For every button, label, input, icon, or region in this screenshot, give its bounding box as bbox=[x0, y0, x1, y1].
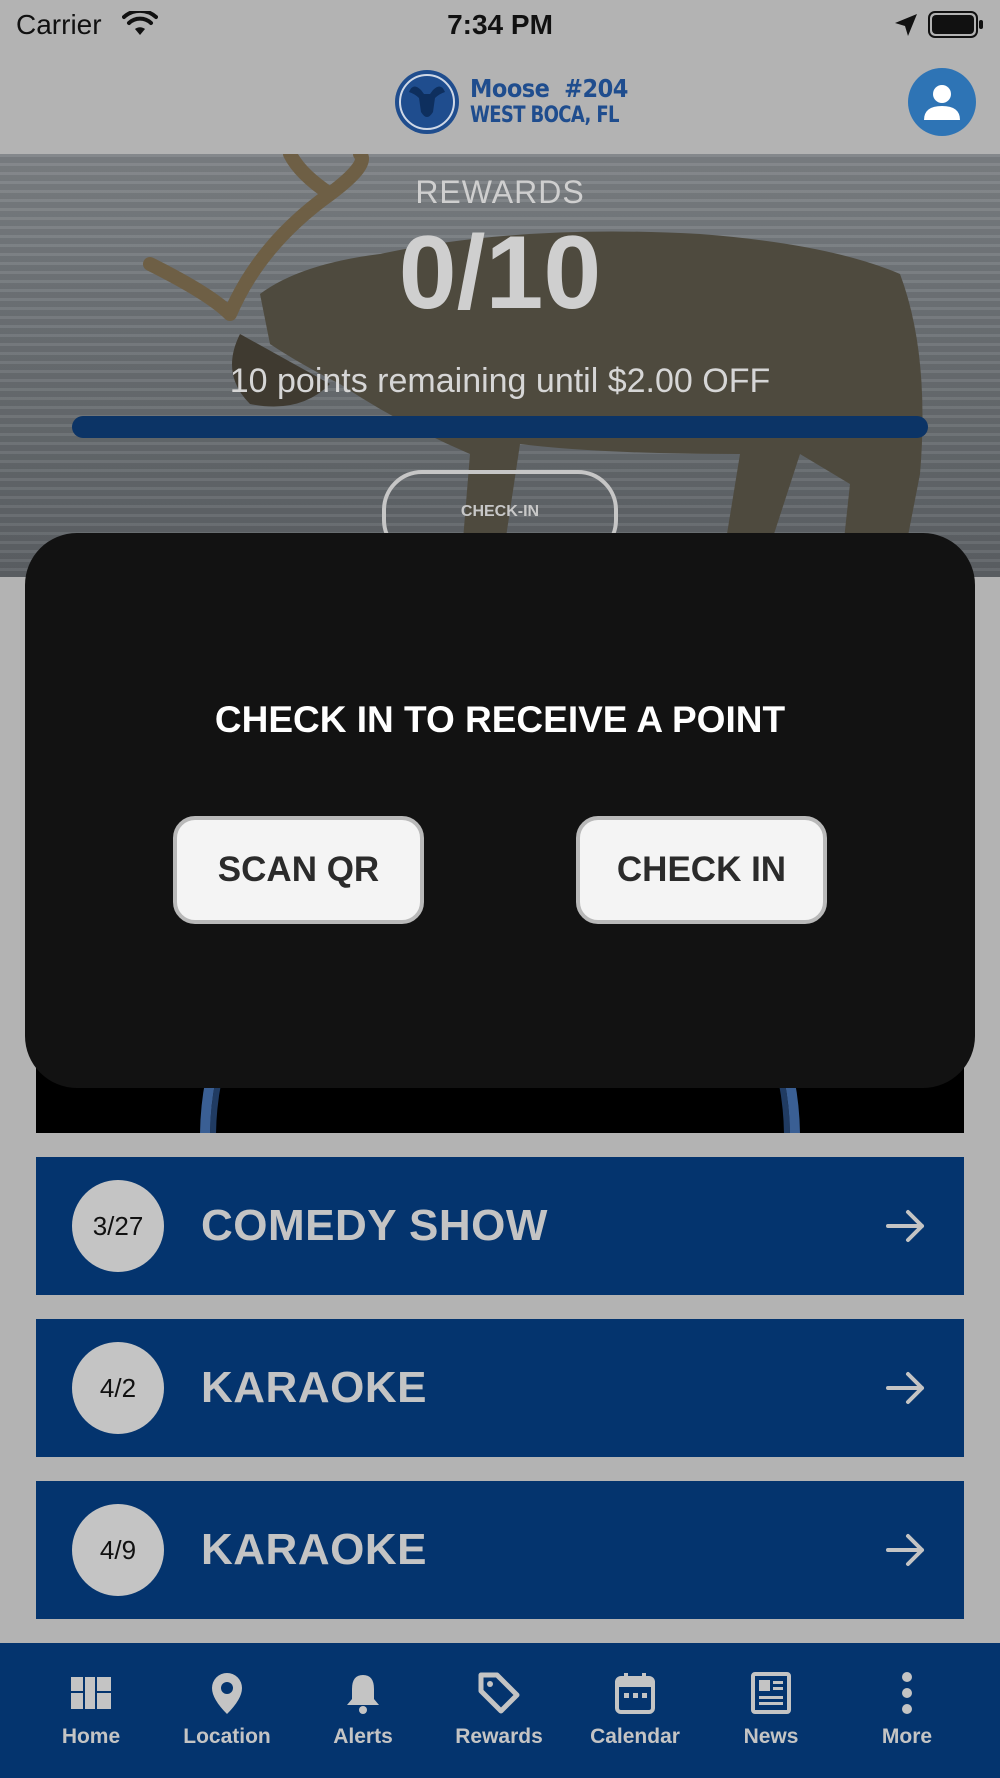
bell-icon bbox=[347, 1675, 379, 1714]
tab-label: Alerts bbox=[333, 1725, 393, 1748]
home-grid-icon bbox=[71, 1677, 111, 1709]
tab-calendar[interactable]: Calendar bbox=[567, 1643, 703, 1778]
event-title: KARAOKE bbox=[201, 1525, 427, 1574]
tab-label: Location bbox=[183, 1725, 271, 1748]
tab-label: More bbox=[881, 1725, 933, 1748]
logo-title: Moose #204 bbox=[470, 74, 628, 103]
bottom-tab-bar: Home Location Alerts Rewards Calendar Ne… bbox=[0, 1643, 1000, 1778]
tab-home[interactable]: Home bbox=[23, 1643, 159, 1778]
logo-subtitle: WEST BOCA, FL bbox=[470, 103, 620, 128]
rewards-count: 0/10 bbox=[398, 215, 602, 331]
status-time: 7:34 PM bbox=[447, 9, 553, 40]
newspaper-icon bbox=[751, 1672, 791, 1714]
arrow-right-icon bbox=[886, 1372, 924, 1404]
tab-news[interactable]: News bbox=[703, 1643, 839, 1778]
rewards-hero: REWARDS 0/10 10 points remaining until $… bbox=[0, 154, 1000, 577]
tab-label: News bbox=[743, 1725, 799, 1748]
person-icon bbox=[924, 85, 960, 120]
rewards-label: REWARDS bbox=[415, 174, 585, 210]
event-date-badge: 4/9 bbox=[72, 1504, 164, 1596]
app-header: Moose #204 WEST BOCA, FL bbox=[0, 50, 1000, 154]
rewards-progress-bar bbox=[72, 416, 928, 438]
more-vertical-icon bbox=[902, 1672, 912, 1714]
tab-label: Home bbox=[61, 1725, 121, 1748]
tab-location[interactable]: Location bbox=[159, 1643, 295, 1778]
tag-icon bbox=[478, 1672, 520, 1714]
tab-rewards[interactable]: Rewards bbox=[431, 1643, 567, 1778]
arrow-right-icon bbox=[886, 1534, 924, 1566]
modal-title: CHECK IN TO RECEIVE A POINT bbox=[214, 699, 786, 740]
profile-button[interactable] bbox=[908, 68, 976, 136]
check-in-button[interactable]: CHECK IN bbox=[576, 816, 827, 924]
arrow-right-icon bbox=[886, 1210, 924, 1242]
event-row[interactable]: 3/27 COMEDY SHOW bbox=[36, 1157, 964, 1295]
tab-alerts[interactable]: Alerts bbox=[295, 1643, 431, 1778]
rewards-remaining-text: 10 points remaining until $2.00 OFF bbox=[229, 362, 771, 400]
status-bar: Carrier 7:34 PM bbox=[0, 0, 1000, 50]
location-arrow-icon bbox=[895, 14, 917, 36]
tab-more[interactable]: More bbox=[839, 1643, 975, 1778]
event-date-badge: 4/2 bbox=[72, 1342, 164, 1434]
moose-emblem-icon bbox=[395, 70, 459, 134]
moose-lodge-logo: Moose #204 WEST BOCA, FL bbox=[393, 68, 628, 138]
event-row[interactable]: 4/2 KARAOKE bbox=[36, 1319, 964, 1457]
event-row[interactable]: 4/9 KARAOKE bbox=[36, 1481, 964, 1619]
battery-icon bbox=[928, 11, 983, 38]
checkin-modal: CHECK IN TO RECEIVE A POINT SCAN QR CHEC… bbox=[25, 533, 975, 1088]
tab-label: Calendar bbox=[590, 1725, 680, 1748]
event-date-badge: 3/27 bbox=[72, 1180, 164, 1272]
event-title: COMEDY SHOW bbox=[201, 1201, 548, 1250]
map-pin-icon bbox=[212, 1673, 242, 1714]
scan-qr-button[interactable]: SCAN QR bbox=[173, 816, 424, 924]
calendar-icon bbox=[615, 1673, 655, 1714]
event-title: KARAOKE bbox=[201, 1363, 427, 1412]
tab-label: Rewards bbox=[455, 1725, 543, 1748]
